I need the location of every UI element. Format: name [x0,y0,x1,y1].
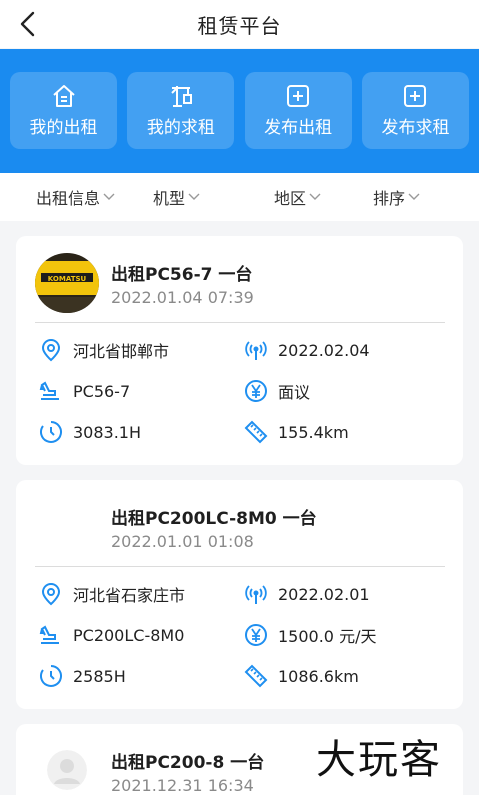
my-requests-button[interactable]: 我的求租 [127,72,235,149]
plus-square-icon [404,85,427,107]
price-info: 面议 [244,379,310,403]
divider [35,322,445,323]
listing-title: 出租PC200LC-8M0 一台 [111,509,317,529]
filter-label: 排序 [373,189,406,208]
watermark-logo: 大玩客 [316,737,442,783]
location-text: 河北省石家庄市 [73,586,186,605]
model-info: PC56-7 [39,379,130,403]
crane-icon [171,86,192,107]
chevron-down-icon [408,193,420,200]
filter-label: 机型 [153,189,186,208]
hours-info: 3083.1H [39,420,141,444]
publish-request-button[interactable]: 发布求租 [361,72,469,149]
filter-rental-info[interactable]: 出租信息 [36,173,115,221]
price-info: 1500.0 元/天 [244,623,376,647]
location-info: 河北省石家庄市 [39,582,185,606]
filter-label: 出租信息 [36,189,101,208]
page-title: 租赁平台 [197,13,282,38]
broadcast-icon [245,585,267,604]
divider [35,566,445,567]
ruler-icon [244,420,268,444]
timer-icon [40,421,62,443]
my-rentals-button[interactable]: 我的出租 [10,72,117,149]
action-panel: 我的出租 我的求租 发布出租 发布求租 [0,49,479,173]
plus-square-icon [287,85,310,107]
location-pin-icon [41,338,61,362]
hours-text: 3083.1H [73,422,142,442]
action-label: 我的出租 [29,118,98,138]
listing-time: 2021.12.31 16:34 [111,776,254,795]
timer-icon [40,665,62,687]
date-info: 2022.02.01 [244,582,370,606]
date-text: 2022.02.01 [278,584,370,604]
excavator-icon [39,381,59,400]
location-pin-icon [41,582,61,606]
location-info: 河北省邯郸市 [39,338,169,362]
filter-bar: 出租信息 机型 地区 排序 [0,173,479,221]
distance-text: 155.4km [278,422,349,442]
date-text: 2022.02.04 [278,340,370,360]
logo-text: KOMATSU [48,275,87,283]
house-icon [52,85,75,107]
filter-model[interactable]: 机型 [153,173,200,221]
yen-icon [245,380,267,402]
listing-card[interactable]: KOMATSU 出租PC56-7 一台 2022.01.04 07:39 河北省… [16,236,463,465]
price-text: 面议 [278,383,311,402]
model-text: PC56-7 [73,381,131,401]
chevron-left-icon[interactable] [14,9,44,39]
filter-label: 地区 [274,189,307,208]
publish-rental-button[interactable]: 发布出租 [244,72,352,149]
listing-time: 2022.01.04 07:39 [111,288,254,307]
listing-title: 出租PC56-7 一台 [111,265,253,285]
distance-info: 1086.6km [244,664,359,688]
model-info: PC200LC-8M0 [39,623,184,647]
action-label: 发布求租 [381,118,450,138]
filter-region[interactable]: 地区 [274,173,321,221]
ruler-icon [244,664,268,688]
excavator-photo: KOMATSU [35,253,99,313]
location-text: 河北省邯郸市 [73,342,170,361]
excavator-icon [39,625,59,644]
distance-info: 155.4km [244,420,349,444]
listing-time: 2022.01.01 01:08 [111,532,254,551]
avatar-placeholder [47,750,87,790]
chevron-down-icon [309,193,321,200]
price-text: 1500.0 元/天 [278,627,377,646]
distance-text: 1086.6km [278,666,359,686]
action-label: 我的求租 [146,118,215,138]
listing-card[interactable]: 出租PC200LC-8M0 一台 2022.01.01 01:08 河北省石家庄… [16,480,463,709]
nav-bar: 租赁平台 [0,0,479,48]
chevron-down-icon [103,193,115,200]
hours-text: 2585H [73,666,126,686]
broadcast-icon [245,341,267,360]
date-info: 2022.02.04 [244,338,370,362]
hours-info: 2585H [39,664,126,688]
model-text: PC200LC-8M0 [73,625,185,645]
chevron-down-icon [188,193,200,200]
filter-sort[interactable]: 排序 [373,173,420,221]
yen-icon [245,624,267,646]
listing-title: 出租PC200-8 一台 [111,753,265,773]
action-label: 发布出租 [264,118,333,138]
